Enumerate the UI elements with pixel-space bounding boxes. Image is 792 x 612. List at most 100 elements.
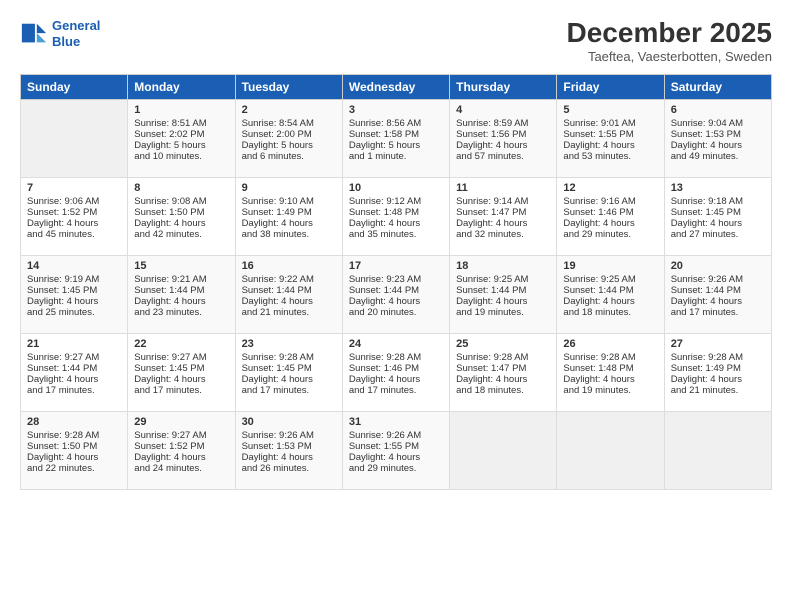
cell-line-0: Sunrise: 9:27 AM xyxy=(134,430,228,441)
day-number: 22 xyxy=(134,338,228,350)
cell-line-3: and 17 minutes. xyxy=(242,385,336,396)
cell-line-2: Daylight: 4 hours xyxy=(242,218,336,229)
cell-3-2: 15Sunrise: 9:21 AMSunset: 1:44 PMDayligh… xyxy=(128,255,235,333)
cell-line-0: Sunrise: 9:26 AM xyxy=(671,274,765,285)
cell-line-2: Daylight: 4 hours xyxy=(134,452,228,463)
cell-2-6: 12Sunrise: 9:16 AMSunset: 1:46 PMDayligh… xyxy=(557,177,664,255)
cell-line-2: Daylight: 5 hours xyxy=(349,140,443,151)
cell-line-0: Sunrise: 9:18 AM xyxy=(671,196,765,207)
col-header-sunday: Sunday xyxy=(21,74,128,99)
day-number: 24 xyxy=(349,338,443,350)
cell-5-1: 28Sunrise: 9:28 AMSunset: 1:50 PMDayligh… xyxy=(21,411,128,489)
cell-line-3: and 53 minutes. xyxy=(563,151,657,162)
cell-line-3: and 20 minutes. xyxy=(349,307,443,318)
cell-line-2: Daylight: 4 hours xyxy=(563,296,657,307)
cell-line-0: Sunrise: 9:22 AM xyxy=(242,274,336,285)
cell-line-1: Sunset: 1:44 PM xyxy=(456,285,550,296)
cell-1-3: 2Sunrise: 8:54 AMSunset: 2:00 PMDaylight… xyxy=(235,99,342,177)
col-header-friday: Friday xyxy=(557,74,664,99)
cell-line-0: Sunrise: 9:08 AM xyxy=(134,196,228,207)
cell-line-1: Sunset: 1:47 PM xyxy=(456,207,550,218)
cell-3-1: 14Sunrise: 9:19 AMSunset: 1:45 PMDayligh… xyxy=(21,255,128,333)
cell-line-2: Daylight: 4 hours xyxy=(349,218,443,229)
cell-1-6: 5Sunrise: 9:01 AMSunset: 1:55 PMDaylight… xyxy=(557,99,664,177)
cell-line-3: and 49 minutes. xyxy=(671,151,765,162)
day-number: 21 xyxy=(27,338,121,350)
cell-line-0: Sunrise: 9:25 AM xyxy=(456,274,550,285)
day-number: 3 xyxy=(349,104,443,116)
logo-icon xyxy=(20,20,48,48)
day-number: 6 xyxy=(671,104,765,116)
col-header-monday: Monday xyxy=(128,74,235,99)
cell-line-1: Sunset: 1:55 PM xyxy=(563,129,657,140)
day-number: 27 xyxy=(671,338,765,350)
cell-line-1: Sunset: 1:48 PM xyxy=(349,207,443,218)
cell-line-1: Sunset: 1:46 PM xyxy=(563,207,657,218)
cell-line-0: Sunrise: 9:28 AM xyxy=(242,352,336,363)
col-header-thursday: Thursday xyxy=(450,74,557,99)
cell-line-1: Sunset: 1:52 PM xyxy=(27,207,121,218)
cell-line-0: Sunrise: 9:04 AM xyxy=(671,118,765,129)
cell-line-3: and 27 minutes. xyxy=(671,229,765,240)
cell-line-3: and 19 minutes. xyxy=(563,385,657,396)
cell-line-1: Sunset: 1:44 PM xyxy=(134,285,228,296)
cell-1-4: 3Sunrise: 8:56 AMSunset: 1:58 PMDaylight… xyxy=(342,99,449,177)
cell-3-6: 19Sunrise: 9:25 AMSunset: 1:44 PMDayligh… xyxy=(557,255,664,333)
day-number: 12 xyxy=(563,182,657,194)
cell-3-3: 16Sunrise: 9:22 AMSunset: 1:44 PMDayligh… xyxy=(235,255,342,333)
cell-2-4: 10Sunrise: 9:12 AMSunset: 1:48 PMDayligh… xyxy=(342,177,449,255)
cell-line-0: Sunrise: 9:28 AM xyxy=(27,430,121,441)
cell-2-1: 7Sunrise: 9:06 AMSunset: 1:52 PMDaylight… xyxy=(21,177,128,255)
subtitle: Taeftea, Vaesterbotten, Sweden xyxy=(567,49,772,64)
cell-line-2: Daylight: 4 hours xyxy=(671,218,765,229)
cell-1-2: 1Sunrise: 8:51 AMSunset: 2:02 PMDaylight… xyxy=(128,99,235,177)
cell-4-4: 24Sunrise: 9:28 AMSunset: 1:46 PMDayligh… xyxy=(342,333,449,411)
cell-line-2: Daylight: 5 hours xyxy=(134,140,228,151)
logo-text: General Blue xyxy=(52,18,100,49)
cell-line-1: Sunset: 1:45 PM xyxy=(27,285,121,296)
day-number: 23 xyxy=(242,338,336,350)
cell-line-3: and 17 minutes. xyxy=(27,385,121,396)
month-title: December 2025 xyxy=(567,18,772,49)
cell-line-3: and 6 minutes. xyxy=(242,151,336,162)
day-number: 8 xyxy=(134,182,228,194)
cell-line-3: and 38 minutes. xyxy=(242,229,336,240)
page: General Blue December 2025 Taeftea, Vaes… xyxy=(0,0,792,612)
cell-line-2: Daylight: 4 hours xyxy=(27,452,121,463)
cell-1-1 xyxy=(21,99,128,177)
cell-line-2: Daylight: 4 hours xyxy=(563,140,657,151)
week-row-2: 7Sunrise: 9:06 AMSunset: 1:52 PMDaylight… xyxy=(21,177,772,255)
cell-line-0: Sunrise: 9:01 AM xyxy=(563,118,657,129)
day-number: 30 xyxy=(242,416,336,428)
cell-5-3: 30Sunrise: 9:26 AMSunset: 1:53 PMDayligh… xyxy=(235,411,342,489)
cell-line-2: Daylight: 4 hours xyxy=(456,140,550,151)
col-header-wednesday: Wednesday xyxy=(342,74,449,99)
cell-2-2: 8Sunrise: 9:08 AMSunset: 1:50 PMDaylight… xyxy=(128,177,235,255)
cell-line-0: Sunrise: 9:16 AM xyxy=(563,196,657,207)
day-number: 13 xyxy=(671,182,765,194)
cell-line-1: Sunset: 1:58 PM xyxy=(349,129,443,140)
cell-line-0: Sunrise: 9:28 AM xyxy=(456,352,550,363)
cell-line-2: Daylight: 4 hours xyxy=(242,374,336,385)
cell-line-0: Sunrise: 9:23 AM xyxy=(349,274,443,285)
cell-2-3: 9Sunrise: 9:10 AMSunset: 1:49 PMDaylight… xyxy=(235,177,342,255)
cell-line-1: Sunset: 2:00 PM xyxy=(242,129,336,140)
day-number: 14 xyxy=(27,260,121,272)
cell-line-3: and 17 minutes. xyxy=(134,385,228,396)
cell-4-1: 21Sunrise: 9:27 AMSunset: 1:44 PMDayligh… xyxy=(21,333,128,411)
cell-line-1: Sunset: 1:53 PM xyxy=(671,129,765,140)
header: General Blue December 2025 Taeftea, Vaes… xyxy=(20,18,772,64)
cell-line-2: Daylight: 4 hours xyxy=(134,296,228,307)
cell-line-2: Daylight: 4 hours xyxy=(349,452,443,463)
cell-line-3: and 17 minutes. xyxy=(671,307,765,318)
day-number: 9 xyxy=(242,182,336,194)
cell-line-2: Daylight: 4 hours xyxy=(242,296,336,307)
cell-line-0: Sunrise: 9:21 AM xyxy=(134,274,228,285)
cell-line-0: Sunrise: 9:28 AM xyxy=(671,352,765,363)
cell-line-1: Sunset: 1:44 PM xyxy=(563,285,657,296)
title-block: December 2025 Taeftea, Vaesterbotten, Sw… xyxy=(567,18,772,64)
cell-line-3: and 57 minutes. xyxy=(456,151,550,162)
cell-line-3: and 23 minutes. xyxy=(134,307,228,318)
cell-2-5: 11Sunrise: 9:14 AMSunset: 1:47 PMDayligh… xyxy=(450,177,557,255)
cell-line-1: Sunset: 1:49 PM xyxy=(671,363,765,374)
